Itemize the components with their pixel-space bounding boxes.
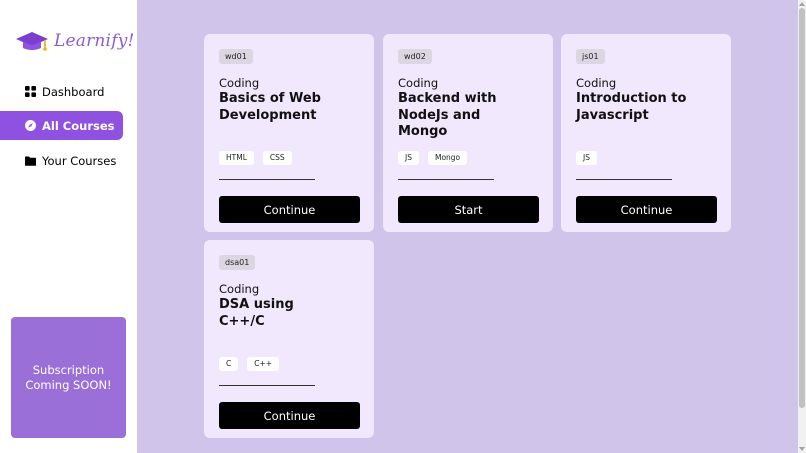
start-button[interactable]: Start: [398, 196, 539, 223]
course-tag: HTML: [219, 151, 254, 165]
course-code-badge: js01: [576, 49, 605, 64]
course-title: Basics of Web Development: [219, 91, 321, 123]
nav-label-your-courses: Your Courses: [42, 153, 117, 168]
compass-icon: [25, 120, 36, 131]
course-tag: C++: [247, 357, 280, 371]
course-tag: Mongo: [427, 151, 468, 165]
progress-line: [219, 179, 315, 180]
continue-button[interactable]: Continue: [219, 196, 360, 223]
course-tags: JS: [576, 151, 597, 165]
sidebar: Learnify! Dashboard All Courses Your Cou…: [0, 0, 137, 453]
course-category: Coding: [219, 76, 260, 90]
course-title: DSA using C++/C: [219, 297, 294, 329]
scroll-down-arrow-icon[interactable]: [799, 447, 805, 451]
course-category: Coding: [576, 76, 617, 90]
course-title: Backend with NodeJs and Mongo: [398, 91, 497, 139]
nav-item-dashboard[interactable]: Dashboard: [0, 77, 123, 106]
progress-line: [219, 385, 315, 386]
course-code-badge: dsa01: [219, 255, 256, 270]
course-category: Coding: [398, 76, 439, 90]
scroll-up-arrow-icon[interactable]: [799, 2, 805, 6]
graduation-cap-icon: [16, 32, 48, 51]
vertical-scrollbar[interactable]: [798, 0, 806, 453]
scrollbar-thumb[interactable]: [799, 8, 805, 408]
course-title: Introduction to Javascript: [576, 91, 687, 123]
promo-line-1: Subscription: [32, 362, 105, 377]
promo-line-2: Coming SOON!: [25, 377, 112, 392]
grid-icon: [25, 86, 36, 97]
logo[interactable]: Learnify!: [15, 30, 135, 52]
course-code-badge: wd02: [398, 49, 432, 64]
course-card: js01 Coding Introduction to Javascript J…: [561, 34, 731, 232]
course-category: Coding: [219, 282, 260, 296]
course-card: wd01 Coding Basics of Web Development HT…: [204, 34, 374, 232]
course-tag: C: [219, 357, 239, 371]
course-tag: JS: [576, 151, 597, 165]
continue-button[interactable]: Continue: [219, 402, 360, 429]
course-tags: HTML CSS: [219, 151, 292, 165]
course-card: wd02 Coding Backend with NodeJs and Mong…: [383, 34, 553, 232]
app-name: Learnify!: [54, 31, 135, 51]
continue-button[interactable]: Continue: [576, 196, 717, 223]
nav-label-dashboard: Dashboard: [42, 84, 105, 99]
course-tags: JS Mongo: [398, 151, 468, 165]
course-card: dsa01 Coding DSA using C++/C C C++ Conti…: [204, 240, 374, 438]
course-code-badge: wd01: [219, 49, 253, 64]
subscription-promo: Subscription Coming SOON!: [11, 317, 126, 438]
nav-label-all-courses: All Courses: [42, 118, 115, 133]
course-tags: C C++: [219, 357, 280, 371]
progress-line: [576, 179, 672, 180]
course-tag: CSS: [262, 151, 292, 165]
nav-item-all-courses[interactable]: All Courses: [0, 111, 123, 140]
nav-item-your-courses[interactable]: Your Courses: [0, 146, 123, 175]
folder-icon: [25, 155, 36, 166]
progress-line: [398, 179, 494, 180]
course-tag: JS: [398, 151, 419, 165]
